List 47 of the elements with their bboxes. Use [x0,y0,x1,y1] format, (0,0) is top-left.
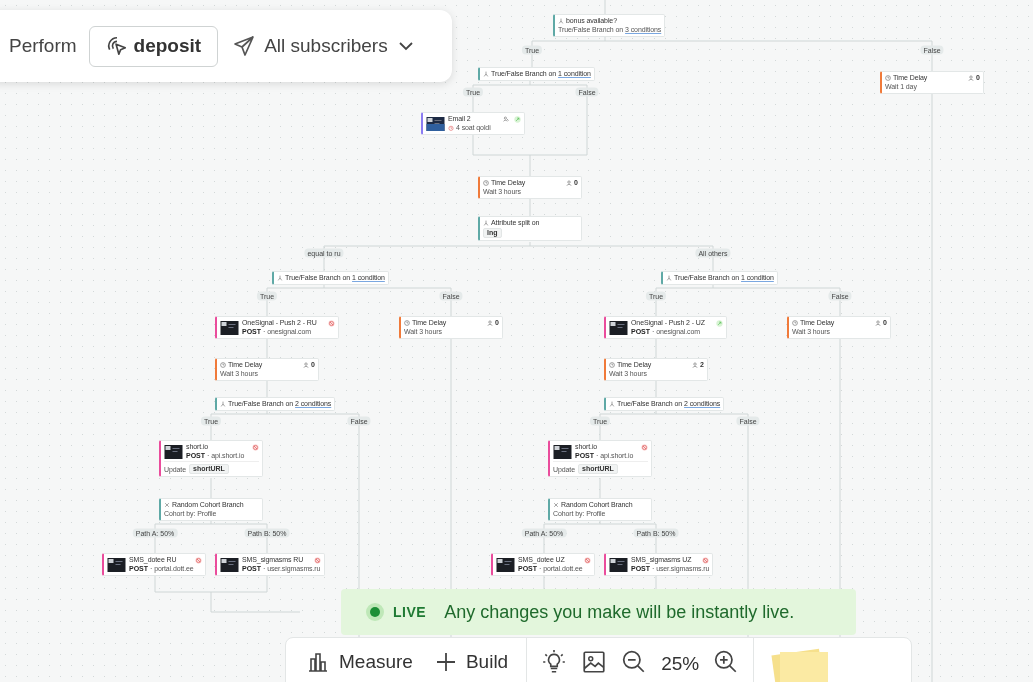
person-icon [566,180,573,186]
zoom-level: 25% [661,653,700,675]
webhook-thumbnail [164,444,183,459]
shuffle-icon [553,502,559,508]
webhook-thumbnail [107,557,126,572]
live-message: Any changes you make will be instantly live. [444,601,795,623]
trigger-button[interactable]: deposit [88,25,219,67]
image-icon[interactable] [581,649,608,675]
webhook-thumbnail [553,444,572,459]
webhook-thumbnail [609,320,628,335]
person-icon [303,362,310,368]
measure-button[interactable]: Measure [302,644,417,680]
shuffle-icon [164,502,170,508]
bar-chart-icon [306,650,330,674]
branch-icon [558,18,564,24]
clock-icon [220,362,226,368]
plus-icon [434,651,457,673]
clock-icon [609,362,615,368]
person-icon [968,75,975,81]
branch-icon [483,71,489,77]
webhook-thumbnail [220,320,239,335]
split-icon [483,220,489,226]
clock-icon [404,320,410,326]
branch-icon [277,275,283,281]
person-icon [487,320,494,326]
branch-icon [609,401,615,407]
clock-icon [792,320,798,326]
trigger-label: Perform [9,35,77,57]
lightbulb-icon[interactable] [541,649,568,675]
branch-icon [220,401,226,407]
person-icon [692,362,699,368]
clock-icon [885,75,891,81]
live-label: LIVE [393,604,427,620]
person-icon [875,320,882,326]
send-icon [232,34,257,58]
build-button[interactable]: Build [430,644,513,680]
webhook-thumbnail [496,557,515,572]
alarm-icon [448,125,454,131]
webhook-thumbnail [609,557,628,572]
email-thumbnail [426,116,445,131]
live-dot-icon [365,602,385,622]
clock-icon [483,180,489,186]
audience-dropdown[interactable]: All subscribers [230,34,416,58]
people-icon [503,116,509,122]
branch-icon [666,275,672,281]
click-icon [105,35,128,57]
webhook-thumbnail [220,557,239,572]
